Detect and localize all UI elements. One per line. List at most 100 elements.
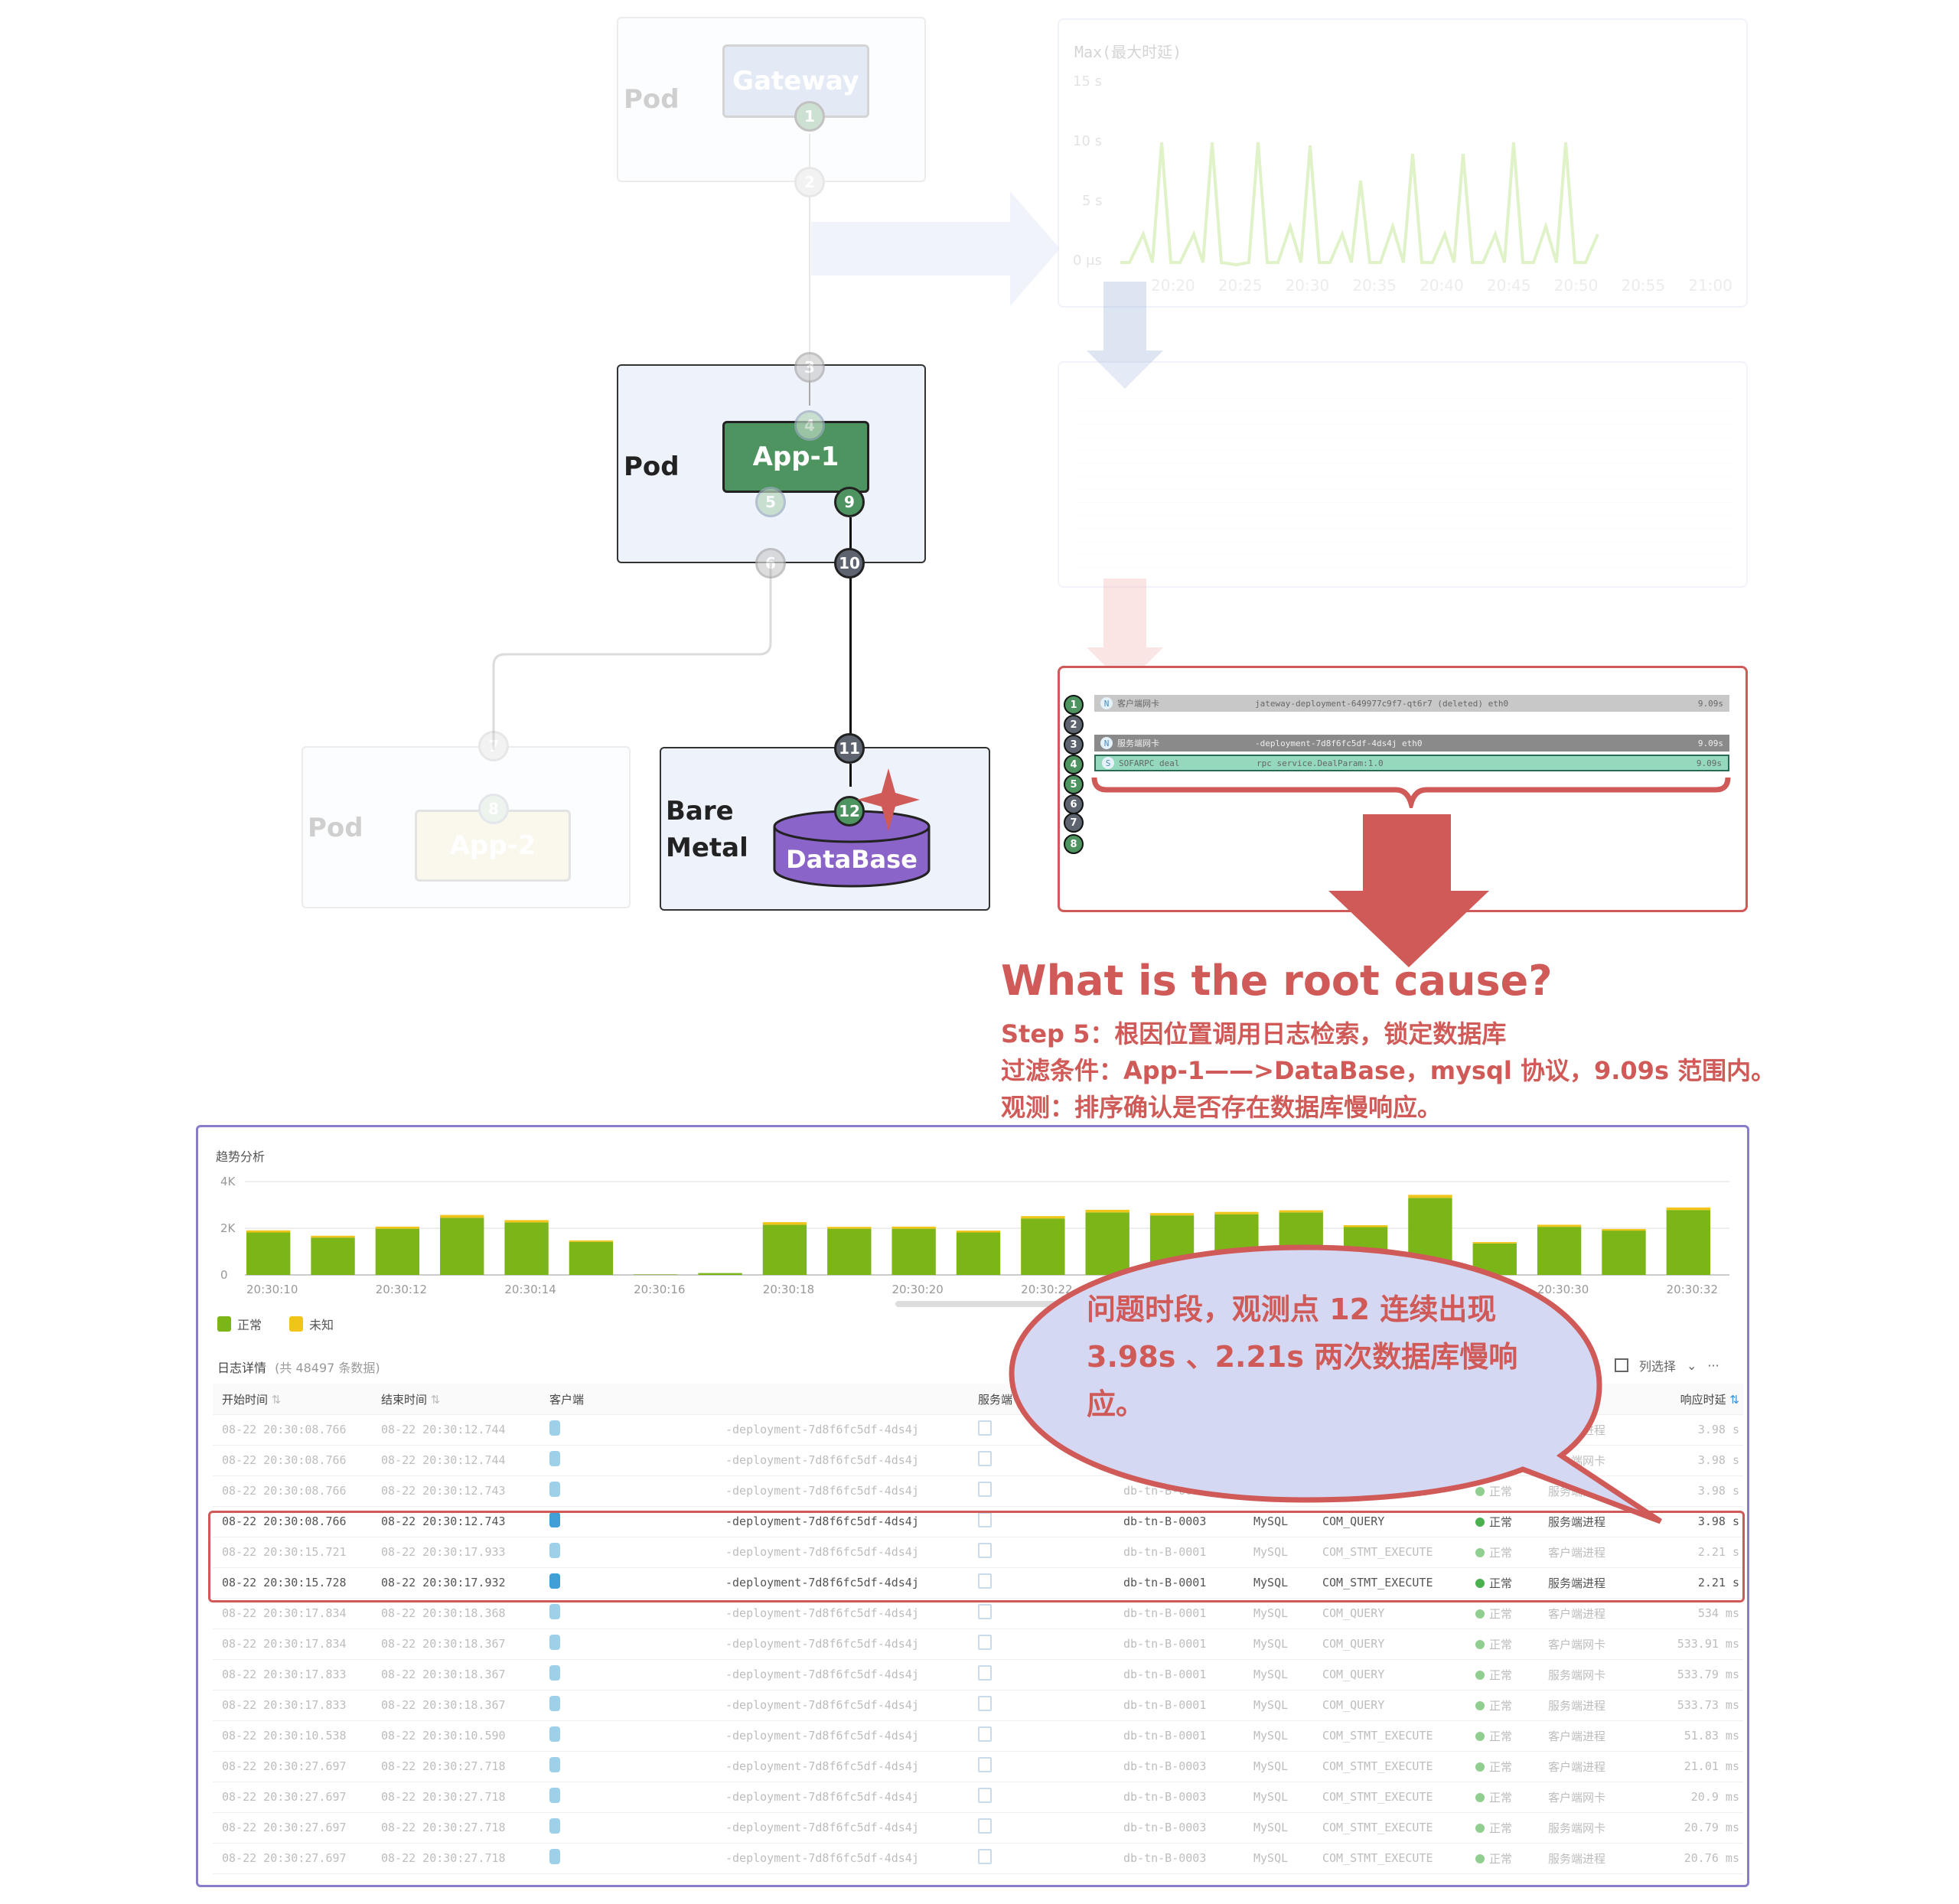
latency-cell: 533.79 ms [1677,1668,1739,1681]
pod-label: Pod [308,813,363,843]
bar-unknown[interactable] [1666,1207,1711,1211]
observation-point-10[interactable]: 10 [834,548,865,579]
server-icon [978,1849,1123,1867]
bar-unknown[interactable] [1149,1213,1195,1216]
legend-item-unknown[interactable]: 未知 [289,1315,334,1333]
span-row[interactable]: N 客户端网卡 jateway-deployment-649977c9f7-qt… [1094,695,1729,712]
table-row[interactable]: 08-22 20:30:27.697 08-22 20:30:27.718 -dep… [213,1782,1743,1813]
observation-point-8[interactable]: 8 [478,794,509,824]
bar-unknown[interactable] [375,1226,420,1229]
header-end-time[interactable]: 结束时间 ⇅ [381,1391,549,1407]
bar-unknown[interactable] [1343,1225,1388,1227]
client-cell: -deployment-7d8f6fc5df-4ds4j [725,1484,919,1498]
status-ok-icon [1475,1609,1485,1619]
bar-unknown[interactable] [1021,1216,1065,1219]
observation-point-9[interactable]: 9 [834,487,865,517]
status-ok-icon [1475,1640,1485,1649]
bar-unknown[interactable] [1214,1211,1259,1214]
x-tick: 21:00 [1688,276,1732,295]
bar-unknown[interactable] [1408,1195,1452,1198]
bar-normal[interactable] [956,1232,1001,1275]
span-row[interactable]: S SOFARPC deal rpc service.DealParam:1.0… [1094,755,1729,771]
bar-unknown[interactable] [504,1220,549,1223]
span-row[interactable]: N 服务端网卡 -deployment-7d8f6fc5df-4ds4j eth… [1094,735,1729,751]
bar-unknown[interactable] [891,1226,936,1229]
bar-normal[interactable] [827,1228,872,1275]
more-options-button[interactable]: ··· [1707,1358,1719,1373]
span-point-4: 4 [1064,755,1084,774]
header-start-time[interactable]: 开始时间 ⇅ [213,1391,381,1407]
table-row[interactable]: 08-22 20:30:17.833 08-22 20:30:18.367 -dep… [213,1690,1743,1721]
database-icon [549,1726,560,1742]
faded-table-rows [1074,386,1732,569]
gateway-node[interactable]: Gateway [722,44,869,118]
database-icon [549,1635,560,1650]
server-icon [978,1482,992,1497]
observation-point-7[interactable]: 7 [478,731,509,761]
end-time-cell: 08-22 20:30:12.743 [381,1484,506,1498]
server-cell: db-tn-B-0003 [1123,1821,1207,1834]
end-time-cell: 08-22 20:30:10.590 [381,1729,506,1743]
bar-normal[interactable] [569,1241,614,1275]
client-cell: -deployment-7d8f6fc5df-4ds4j [725,1851,919,1865]
bar-normal[interactable] [311,1237,355,1275]
start-time-cell: 08-22 20:30:27.697 [222,1851,347,1865]
database-node[interactable]: DataBase [773,845,931,874]
server-icon [978,1604,1123,1622]
start-time-cell: 08-22 20:30:08.766 [222,1484,347,1498]
bar-unknown[interactable] [762,1222,807,1225]
bar-unknown[interactable] [1085,1209,1129,1213]
bar-unknown[interactable] [1602,1228,1646,1231]
observation-point-11[interactable]: 11 [834,733,865,764]
bar-unknown[interactable] [246,1230,291,1233]
brace-icon [1091,777,1731,808]
bar-normal[interactable] [634,1274,678,1275]
client-cell: -deployment-7d8f6fc5df-4ds4j [725,1790,919,1804]
bar-unknown[interactable] [1537,1224,1582,1227]
legend-item-normal[interactable]: 正常 [217,1315,262,1333]
database-icon [549,1849,560,1864]
observation-point-5[interactable]: 5 [755,487,786,517]
bar-unknown[interactable] [311,1235,355,1238]
table-row[interactable]: 08-22 20:30:17.834 08-22 20:30:18.367 -dep… [213,1629,1743,1660]
bar-normal[interactable] [440,1218,484,1275]
x-tick-label: 20:30:14 [504,1283,556,1296]
observation-point-4[interactable]: 4 [794,410,825,441]
table-row[interactable]: 08-22 20:30:17.834 08-22 20:30:18.368 -dep… [213,1598,1743,1629]
callout-text: 问题时段，观测点 12 连续出现 3.98s 、2.21s 两次数据库慢响应。 [1087,1293,1518,1421]
request-type-cell: COM_STMT_EXECUTE [1322,1759,1433,1773]
server-icon [978,1726,1123,1745]
table-row[interactable]: 08-22 20:30:27.697 08-22 20:30:27.718 -dep… [213,1843,1743,1874]
table-row[interactable]: 08-22 20:30:27.697 08-22 20:30:27.718 -dep… [213,1812,1743,1844]
status-cell: 正常 [1475,1697,1548,1713]
bar-normal[interactable] [504,1222,549,1275]
server-icon [978,1420,992,1436]
bar-normal[interactable] [762,1224,807,1275]
protocol-cell: MySQL [1253,1698,1289,1712]
latency-cell: 20.9 ms [1690,1790,1739,1804]
client-icon [549,1482,725,1500]
table-row[interactable]: 08-22 20:30:17.833 08-22 20:30:18.367 -dep… [213,1659,1743,1690]
bar-unknown[interactable] [1279,1210,1323,1213]
bar-normal[interactable] [375,1228,420,1275]
x-tick: 20:40 [1420,276,1464,295]
y-tick: 5 s [1082,193,1103,209]
bar-unknown[interactable] [827,1227,872,1229]
bar-unknown[interactable] [956,1231,1001,1233]
status-ok-icon [1475,1762,1485,1772]
table-row[interactable]: 08-22 20:30:10.538 08-22 20:30:10.590 -dep… [213,1720,1743,1752]
client-cell: -deployment-7d8f6fc5df-4ds4j [725,1423,919,1436]
status-ok-icon [1475,1793,1485,1802]
client-icon [549,1604,725,1622]
bar-normal[interactable] [246,1232,291,1275]
server-icon [978,1696,1123,1714]
bar-unknown[interactable] [569,1240,614,1242]
table-row[interactable]: 08-22 20:30:27.697 08-22 20:30:27.718 -dep… [213,1751,1743,1782]
bar-normal[interactable] [891,1228,936,1275]
observation-point-1[interactable]: 1 [794,101,825,132]
protocol-cell: MySQL [1253,1790,1289,1804]
bar-unknown[interactable] [440,1214,484,1218]
observation-point-3[interactable]: 3 [794,352,825,383]
latency-cell: 51.83 ms [1684,1729,1739,1743]
bar-normal[interactable] [698,1273,742,1275]
